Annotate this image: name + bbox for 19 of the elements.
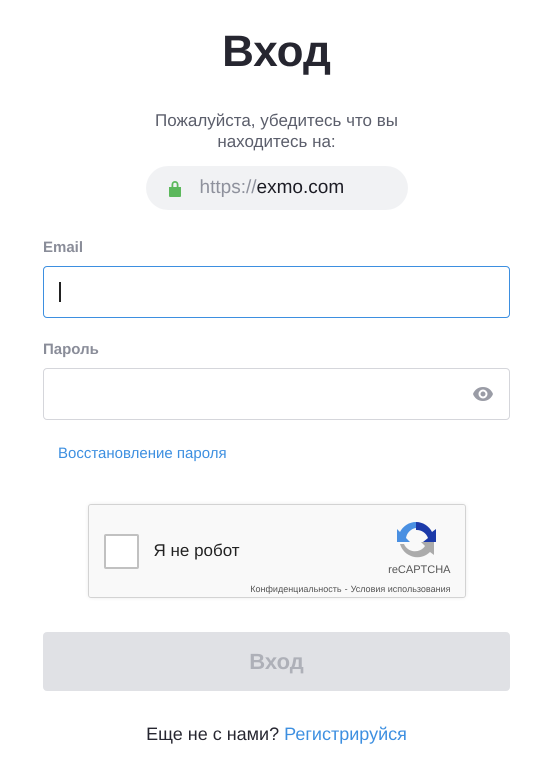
lock-icon [168, 180, 182, 196]
captcha-label: Я не робот [154, 540, 240, 562]
url-text: https://exmo.com [200, 176, 344, 200]
eye-icon[interactable] [472, 386, 494, 402]
field-label: Пароль [43, 340, 100, 360]
notice-text: Пожалуйста, убедитесь что вы находитесь на: [154, 110, 399, 152]
page-title: Вход [222, 26, 331, 78]
link-separator: - [344, 582, 348, 596]
signup-link[interactable]: Регистрируйся [284, 721, 407, 748]
recover-password-link[interactable]: Восстановление пароля [58, 445, 227, 462]
signup-prompt: Еще не с нами? [146, 723, 280, 746]
terms-link[interactable]: Условия использования [350, 582, 450, 596]
recaptcha-brand: reCAPTCHA [388, 563, 450, 578]
field-label: Email [43, 238, 84, 258]
privacy-link[interactable]: Конфиденциальность [250, 582, 342, 596]
captcha-checkbox[interactable] [104, 534, 138, 568]
input-field[interactable] [43, 266, 510, 318]
recaptcha-logo-icon [396, 520, 436, 560]
text-caret [59, 282, 60, 302]
